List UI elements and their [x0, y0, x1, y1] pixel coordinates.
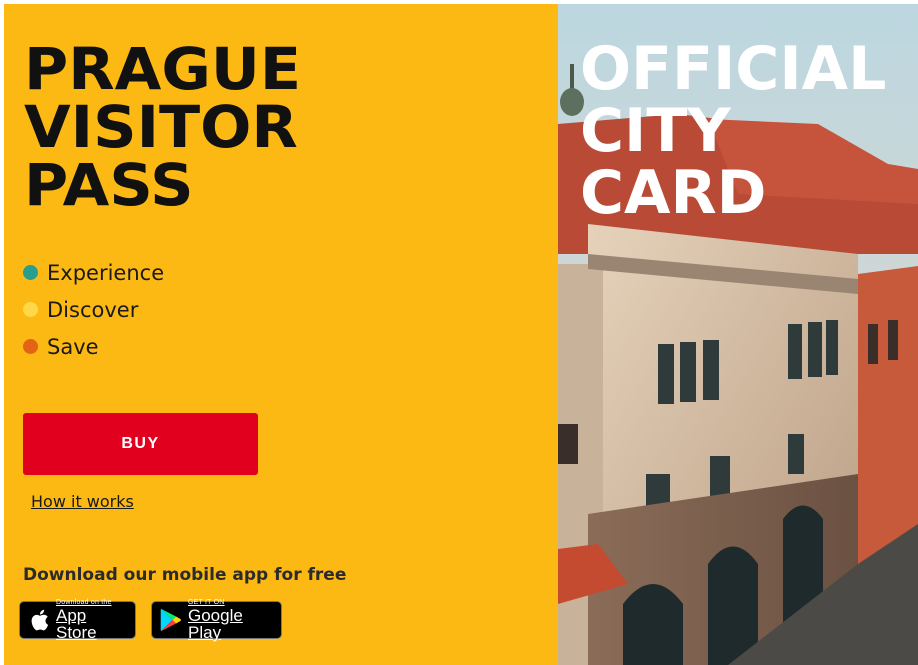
- app-store-button[interactable]: Download on the App Store: [19, 599, 136, 641]
- google-play-text: GET IT ON Google Play: [188, 599, 273, 641]
- apple-icon: [31, 609, 49, 631]
- feature-label: Save: [47, 334, 99, 359]
- download-app-text: Download our mobile app for free: [23, 565, 347, 585]
- title-line: PRAGUE: [24, 35, 302, 103]
- feature-item-experience: Experience: [23, 254, 164, 291]
- card-title-line: OFFICIAL: [580, 34, 887, 104]
- card-title: OFFICIAL CITY CARD: [580, 38, 886, 224]
- feature-item-discover: Discover: [23, 291, 164, 328]
- google-play-button[interactable]: GET IT ON Google Play: [151, 599, 282, 641]
- google-play-label: Google Play: [188, 606, 243, 642]
- title-line: VISITOR: [24, 93, 298, 161]
- card-title-line: CITY: [580, 96, 731, 166]
- google-play-icon: [160, 609, 181, 631]
- card-title-line: CARD: [580, 158, 767, 228]
- feature-label: Discover: [47, 297, 139, 322]
- page-title: PRAGUE VISITOR PASS: [24, 40, 301, 214]
- google-play-small-label: GET IT ON: [188, 599, 225, 606]
- feature-label: Experience: [47, 260, 165, 285]
- bullet-dot-icon: [23, 339, 38, 354]
- bullet-dot-icon: [23, 265, 38, 280]
- bullet-dot-icon: [23, 302, 38, 317]
- how-it-works-link[interactable]: How it works: [31, 492, 134, 511]
- app-store-small-label: Download on the: [56, 599, 112, 606]
- hero-panel: PRAGUE VISITOR PASS Experience Discover …: [4, 4, 558, 665]
- feature-list: Experience Discover Save: [23, 254, 164, 365]
- city-card-image: OFFICIAL CITY CARD: [558, 4, 918, 665]
- title-line: PASS: [24, 151, 194, 219]
- buy-button[interactable]: BUY: [23, 413, 258, 475]
- feature-item-save: Save: [23, 328, 164, 365]
- app-store-text: Download on the App Store: [56, 599, 127, 641]
- app-store-label: App Store: [56, 606, 97, 642]
